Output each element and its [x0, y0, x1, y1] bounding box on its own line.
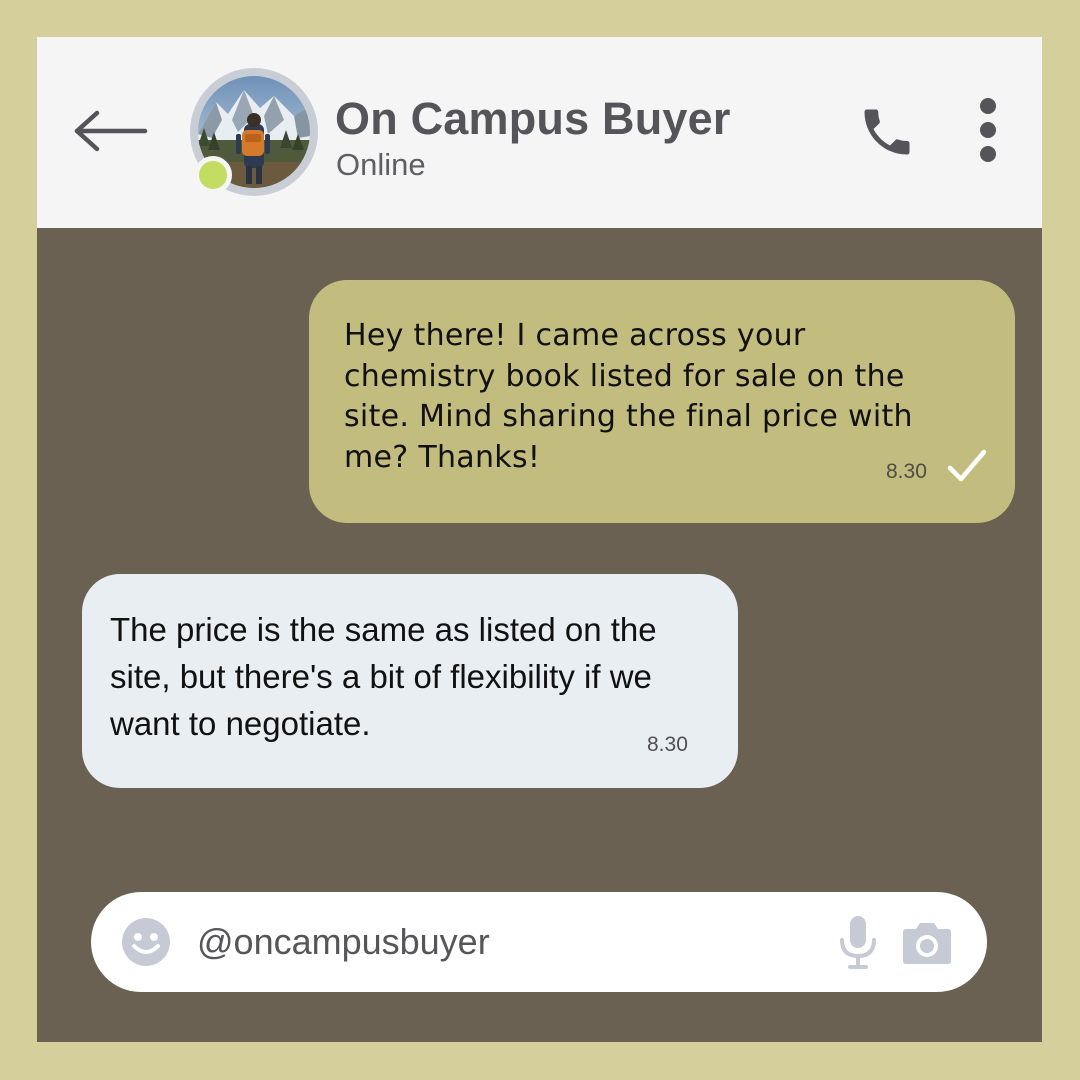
message-text: Hey there! I came across your chemistry … [344, 318, 913, 475]
contact-status: Online [336, 147, 426, 182]
emoji-button[interactable] [121, 917, 171, 967]
microphone-icon [840, 916, 876, 969]
voice-record-button[interactable] [838, 914, 878, 970]
online-status-indicator [194, 156, 232, 194]
emoji-icon [122, 918, 170, 966]
message-text: The price is the same as listed on the s… [110, 611, 657, 742]
message-composer [91, 892, 987, 992]
more-options-button[interactable] [973, 97, 1003, 163]
incoming-message[interactable]: The price is the same as listed on the s… [82, 574, 738, 788]
message-input[interactable] [197, 914, 797, 970]
message-timestamp: 8.30 [647, 733, 688, 756]
camera-icon [903, 923, 951, 964]
chat-window: On Campus Buyer Online Hey there! I came… [37, 37, 1042, 1042]
more-vertical-icon [980, 98, 996, 162]
contact-avatar[interactable] [190, 68, 318, 196]
outgoing-message[interactable]: Hey there! I came across your chemistry … [309, 280, 1015, 523]
back-button[interactable] [71, 107, 149, 155]
phone-icon [864, 109, 910, 155]
message-timestamp: 8.30 [886, 460, 927, 483]
contact-name: On Campus Buyer [335, 93, 731, 144]
camera-button[interactable] [902, 919, 952, 965]
call-button[interactable] [857, 101, 917, 163]
chat-header: On Campus Buyer Online [37, 37, 1042, 228]
arrow-left-icon [74, 110, 148, 152]
check-icon [947, 449, 987, 482]
